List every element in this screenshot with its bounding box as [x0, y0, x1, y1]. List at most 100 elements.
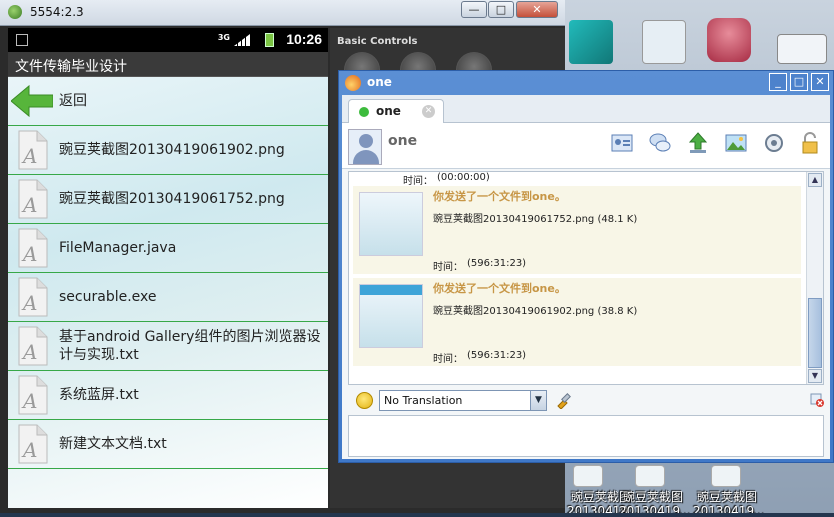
- desktop-file-icon-1[interactable]: [573, 465, 603, 487]
- android-icon: [8, 5, 22, 19]
- file-name: 基于android Gallery组件的图片浏览器设计与实现.txt: [59, 329, 321, 363]
- clear-input-icon[interactable]: [810, 393, 824, 407]
- file-icon: A: [18, 375, 48, 415]
- contact-header: one: [342, 123, 830, 169]
- chat-minimize-button[interactable]: _: [769, 73, 787, 91]
- sent-notice: 你发送了一个文件到one。: [433, 282, 566, 295]
- file-list: 返回 A 豌豆荚截图20130419061902.png A 豌豆荚截图2013…: [8, 77, 328, 508]
- minimize-button[interactable]: —: [461, 1, 487, 18]
- list-item[interactable]: A securable.exe: [8, 273, 328, 322]
- contact-card-icon[interactable]: [610, 131, 634, 155]
- translation-select[interactable]: No Translation ▼: [379, 390, 547, 411]
- taskbar: [0, 513, 834, 517]
- svg-text:A: A: [21, 193, 37, 217]
- send-file-icon[interactable]: [686, 131, 710, 155]
- file-icon: A: [18, 424, 48, 464]
- maximize-button[interactable]: □: [488, 1, 514, 18]
- file-icon: A: [18, 277, 48, 317]
- desktop-file-icon-3[interactable]: [711, 465, 741, 487]
- back-item[interactable]: 返回: [8, 77, 328, 126]
- message-time-label: 时间：: [433, 354, 463, 365]
- basic-controls-label: Basic Controls: [337, 36, 418, 47]
- chat-window-title: one: [367, 75, 392, 89]
- svg-text:A: A: [21, 291, 37, 315]
- svg-text:A: A: [21, 389, 37, 413]
- back-label: 返回: [59, 93, 87, 109]
- scroll-up-icon[interactable]: ▲: [808, 173, 822, 187]
- file-name: FileManager.java: [59, 240, 177, 256]
- message-input[interactable]: [348, 415, 824, 457]
- close-button[interactable]: ✕: [516, 1, 558, 18]
- chat-body: one ✕ one 时间： (00:00:00) 你发送了一个文件到one。 豌…: [342, 95, 830, 459]
- input-toolbar: No Translation ▼: [342, 389, 830, 413]
- list-item[interactable]: A 系统蓝屏.txt: [8, 371, 328, 420]
- list-item[interactable]: A 新建文本文档.txt: [8, 420, 328, 469]
- database-icon[interactable]: [707, 18, 751, 62]
- file-name: 系统蓝屏.txt: [59, 387, 139, 403]
- message-time-label: 时间：: [403, 176, 433, 187]
- list-item[interactable]: A 基于android Gallery组件的图片浏览器设计与实现.txt: [8, 322, 328, 371]
- image-thumbnail[interactable]: [359, 284, 423, 348]
- avatar[interactable]: [348, 129, 382, 165]
- message-time-value: (596:31:23): [467, 258, 527, 269]
- chevron-down-icon[interactable]: ▼: [530, 391, 546, 410]
- chat-titlebar[interactable]: one _ □ ✕: [339, 71, 833, 95]
- svg-text:A: A: [21, 144, 37, 168]
- file-name: 豌豆荚截图20130419061752.png: [59, 191, 285, 207]
- desktop-icon-label-3: 豌豆荚截图: [697, 490, 758, 504]
- file-icon: A: [18, 326, 48, 366]
- svg-text:A: A: [21, 340, 37, 364]
- app-icon-teal[interactable]: [569, 20, 613, 64]
- brush-icon[interactable]: [555, 391, 573, 409]
- contact-name: one: [388, 133, 418, 149]
- tab-one[interactable]: one ✕: [348, 99, 444, 124]
- status-time: 10:26: [286, 31, 322, 47]
- lock-icon[interactable]: [798, 131, 822, 155]
- scroll-down-icon[interactable]: ▼: [808, 369, 822, 383]
- status-bar: 3G 10:26: [8, 28, 328, 52]
- settings-icon[interactable]: [762, 131, 786, 155]
- file-link[interactable]: 豌豆荚截图20130419061752.png (48.1 K): [433, 210, 637, 225]
- file-icon: A: [18, 179, 48, 219]
- list-item[interactable]: A FileManager.java: [8, 224, 328, 273]
- app-title: 文件传输毕业设计: [8, 52, 328, 77]
- message-time-value: (596:31:23): [467, 350, 527, 361]
- phone-screenshot-icon[interactable]: [642, 20, 686, 64]
- file-name: 豌豆荚截图20130419061902.png: [59, 142, 285, 158]
- file-icon: A: [18, 130, 48, 170]
- tab-close-icon[interactable]: ✕: [422, 105, 435, 118]
- chat-window: one _ □ ✕ one ✕ one 时间： (00:00:00) 你发送了一…: [338, 70, 834, 463]
- signal-icon: [234, 34, 250, 46]
- chat-maximize-button[interactable]: □: [790, 73, 808, 91]
- desktop-file-icon-2[interactable]: [635, 465, 665, 487]
- desktop-icon-label-2: 豌豆荚截图: [623, 490, 684, 504]
- emoticon-icon[interactable]: [356, 392, 373, 409]
- back-arrow-icon: [11, 84, 53, 118]
- list-item[interactable]: A 豌豆荚截图20130419061752.png: [8, 175, 328, 224]
- chat-bubbles-icon[interactable]: [648, 131, 672, 155]
- network-type: 3G: [217, 33, 230, 42]
- message-item: 你发送了一个文件到one。 豌豆荚截图20130419061752.png (4…: [353, 186, 801, 274]
- svg-text:A: A: [21, 438, 37, 462]
- list-item[interactable]: A 豌豆荚截图20130419061902.png: [8, 126, 328, 175]
- window-icon[interactable]: [777, 34, 827, 64]
- desktop-icon-label-1: 豌豆荚截图: [571, 490, 632, 504]
- tab-label: one: [376, 104, 401, 118]
- android-screen: 3G 10:26 文件传输毕业设计 返回 A 豌豆荚截图201304190619…: [8, 28, 328, 508]
- message-history[interactable]: 时间： (00:00:00) 你发送了一个文件到one。 豌豆荚截图201304…: [348, 171, 824, 385]
- message-scrollbar[interactable]: ▲ ▼: [806, 172, 823, 384]
- chat-close-button[interactable]: ✕: [811, 73, 829, 91]
- message-item: 你发送了一个文件到one。 豌豆荚截图20130419061902.png (3…: [353, 278, 801, 366]
- battery-icon: [265, 33, 274, 47]
- image-thumbnail[interactable]: [359, 192, 423, 256]
- file-name: 新建文本文档.txt: [59, 436, 167, 452]
- message-time-label: 时间：: [433, 262, 463, 273]
- emulator-titlebar[interactable]: 5554:2.3 — □ ✕: [0, 0, 565, 26]
- file-name: securable.exe: [59, 289, 157, 305]
- file-icon: A: [18, 228, 48, 268]
- file-link[interactable]: 豌豆荚截图20130419061902.png (38.8 K): [433, 302, 637, 317]
- sent-notice: 你发送了一个文件到one。: [433, 190, 566, 203]
- scroll-thumb[interactable]: [808, 298, 822, 368]
- image-icon[interactable]: [724, 131, 748, 155]
- message-time-value: (00:00:00): [437, 172, 490, 183]
